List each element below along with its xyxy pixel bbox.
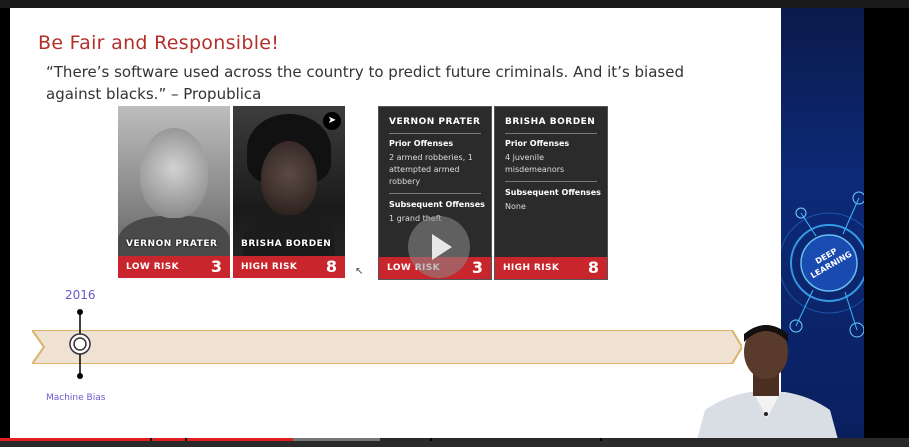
chapter-marker [430,438,432,441]
mugshot-vernon-prater: VERNON PRATER LOW RISK 3 [118,106,230,278]
presenter-webcam [695,325,840,447]
card-divider [505,133,597,134]
card-prior-text: 4 juvenile misdemeanors [505,153,565,174]
mugshot-face [261,141,317,215]
timeline-year: 2016 [65,288,96,302]
card-subsequent-heading: Subsequent Offenses [389,200,485,209]
risk-label: HIGH RISK [241,262,298,272]
risk-bar: LOW RISK 3 [118,256,230,278]
card-name: BRISHA BORDEN [505,117,596,127]
risk-score: 8 [325,257,337,276]
slide-quote: “There’s software used across the countr… [46,63,684,103]
mugshot-brisha-borden: ➤ BRISHA BORDEN HIGH RISK 8 [233,106,345,278]
slide-title: Be Fair and Responsible! [38,32,280,54]
timeline-label: Machine Bias [46,393,106,403]
card-divider [389,193,481,194]
card-subsequent-text: None [505,202,526,211]
chapter-marker [150,438,152,441]
chapter-marker [185,438,187,441]
card-prior-heading: Prior Offenses [505,139,570,148]
risk-score: 3 [471,258,483,277]
risk-bar: HIGH RISK 8 [495,257,607,279]
timeline-marker-icon [69,309,91,379]
slide: Be Fair and Responsible! “There’s softwa… [10,8,781,438]
mugshot-face [140,128,208,218]
mouse-cursor-icon: ↖ [355,266,364,277]
video-progress-fill[interactable] [0,438,293,441]
right-black-bar [864,8,909,438]
risk-score: 3 [210,257,222,276]
risk-score: 8 [587,258,599,277]
card-divider [389,133,481,134]
mugshot-name: VERNON PRATER [126,239,218,249]
card-divider [505,181,597,182]
card-subsequent-heading: Subsequent Offenses [505,188,601,197]
risk-label: LOW RISK [126,262,180,272]
top-bar [0,0,909,8]
timeline-arrow [32,330,742,364]
risk-label: HIGH RISK [503,263,560,273]
pointer-cursor-icon: ➤ [323,112,341,130]
card-prior-heading: Prior Offenses [389,139,454,148]
card-prior-text: 2 armed robberies, 1 attempted armed rob… [389,153,473,186]
mugshot-name: BRISHA BORDEN [241,239,332,249]
card-name: VERNON PRATER [389,117,481,127]
play-button[interactable] [408,216,470,278]
play-icon [432,234,452,260]
offense-card-brisha-borden: BRISHA BORDEN Prior Offenses 4 juvenile … [494,106,608,280]
chapter-marker [600,438,602,441]
risk-bar: HIGH RISK 8 [233,256,345,278]
